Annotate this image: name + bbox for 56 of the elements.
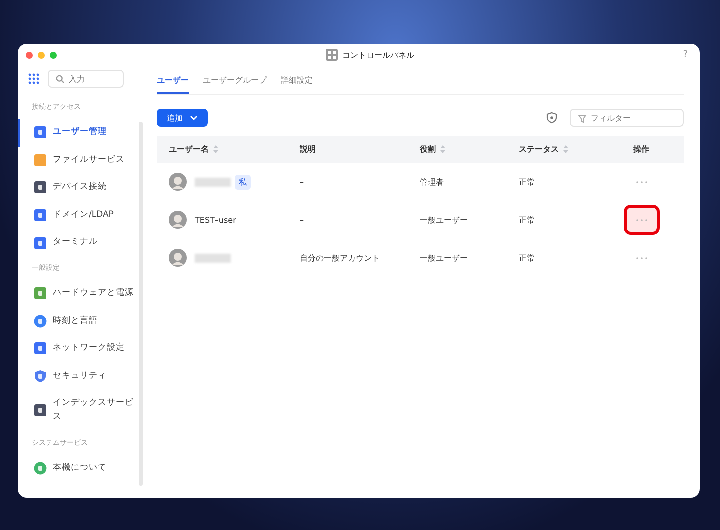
tab[interactable]: ユーザー xyxy=(157,72,189,94)
status-text: 正常 xyxy=(519,214,535,226)
username: TEST–user xyxy=(195,216,236,224)
sidebar-item[interactable]: ドメイン/LDAP xyxy=(18,202,145,230)
ellipsis-icon xyxy=(636,256,648,260)
avatar-icon xyxy=(169,249,187,267)
sidebar-item[interactable]: デバイス接続 xyxy=(18,174,145,202)
sort-icon[interactable] xyxy=(440,145,446,154)
filter-field[interactable]: フィルター xyxy=(570,109,684,127)
sort-icon[interactable] xyxy=(563,145,569,154)
description-text: – xyxy=(300,216,304,224)
role-text: 一般ユーザー xyxy=(420,214,468,226)
sidebar-item[interactable]: 本機について xyxy=(18,454,145,482)
redacted-username xyxy=(195,178,231,186)
minimize-window-icon[interactable] xyxy=(38,52,45,58)
status-text: 正常 xyxy=(519,252,535,264)
add-dropdown-button[interactable]: 追加 xyxy=(157,109,208,127)
column-header: 役割 xyxy=(420,144,436,155)
redacted-username xyxy=(195,254,231,262)
window-title: コントロールパネル xyxy=(342,50,415,60)
shield-icon xyxy=(34,370,47,384)
column-header: ユーザー名 xyxy=(169,144,209,155)
column-header: 説明 xyxy=(300,144,316,155)
filter-icon xyxy=(578,114,588,124)
description-text: – xyxy=(300,178,304,186)
sidebar-item[interactable]: インデックスサービス xyxy=(18,390,145,432)
maximize-window-icon[interactable] xyxy=(50,52,57,58)
close-window-icon[interactable] xyxy=(26,52,33,58)
ellipsis-icon xyxy=(636,180,648,184)
column-header: 操作 xyxy=(634,144,650,155)
sidebar-item[interactable]: ターミナル xyxy=(18,229,145,257)
column-header: ステータス xyxy=(519,144,559,155)
shield-icon[interactable] xyxy=(546,112,558,124)
status-text: 正常 xyxy=(519,176,535,188)
role-text: 管理者 xyxy=(420,176,444,188)
sidebar-item[interactable]: 時刻と言語 xyxy=(18,308,145,336)
sidebar-item[interactable]: ネットワーク設定 xyxy=(18,335,145,363)
tab[interactable]: 詳細設定 xyxy=(281,72,313,94)
sidebar-item[interactable]: ハードウェアと電源 xyxy=(18,280,145,308)
description-text: 自分の一般アカウント xyxy=(300,252,380,264)
more-actions-button[interactable] xyxy=(624,205,660,235)
current-user-tag: 私 xyxy=(235,174,251,190)
search-field[interactable]: 入力 xyxy=(48,70,124,88)
search-icon xyxy=(56,74,65,84)
app-grid-icon xyxy=(326,49,338,61)
tab[interactable]: ユーザーグループ xyxy=(203,72,267,94)
avatar-icon xyxy=(169,173,187,191)
sidebar-item[interactable]: セキュリティ xyxy=(18,362,145,390)
role-text: 一般ユーザー xyxy=(420,252,468,264)
sidebar-item[interactable]: ファイルサービス xyxy=(18,146,145,174)
chevron-down-icon xyxy=(190,115,198,121)
folder-icon xyxy=(34,154,47,167)
ellipsis-icon xyxy=(636,218,648,222)
avatar-icon xyxy=(169,211,187,229)
sort-icon[interactable] xyxy=(213,145,219,154)
app-grid-icon[interactable] xyxy=(28,73,40,85)
